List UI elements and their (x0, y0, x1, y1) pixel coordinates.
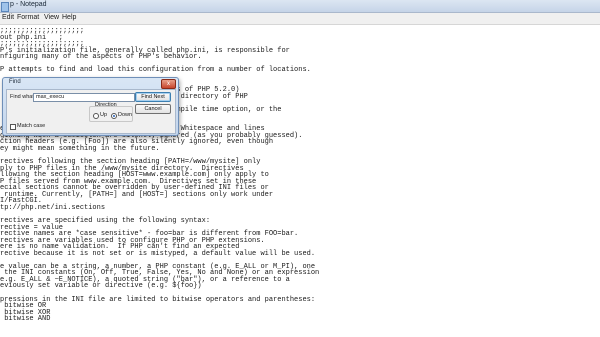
up-radio[interactable] (93, 113, 99, 119)
down-radio[interactable] (111, 113, 117, 119)
find-what-input[interactable]: max_execu (33, 93, 135, 102)
text-line: pressions in the INI file are limited to… (0, 295, 316, 304)
text-line: bitwise AND (0, 315, 51, 324)
find-dialog-title: Find (9, 79, 21, 85)
find-next-button[interactable]: Find Next (135, 92, 171, 102)
match-case-checkbox[interactable] (10, 124, 16, 130)
text-line: nfiguring many of the aspects of PHP's b… (0, 53, 202, 62)
text-editor[interactable]: ;;;;;;;;;;;;;;;;;;;; out php.ini ;;;;;;;;… (0, 25, 600, 337)
menu-bar: Edit Format View Help (0, 13, 600, 25)
text-line: P attempts to find and load this configu… (0, 66, 311, 75)
find-dialog: Find x Find what: max_execu Find Next Ca… (2, 77, 179, 136)
down-label: Down (118, 112, 133, 118)
menu-help[interactable]: Help (62, 14, 76, 21)
menu-format[interactable]: Format (17, 14, 39, 21)
text-line: tp://php.net/ini.sections (0, 203, 106, 212)
cancel-button[interactable]: Cancel (135, 104, 171, 114)
match-case-label: Match case (17, 123, 46, 129)
up-label: Up (100, 112, 108, 118)
close-icon[interactable]: x (161, 79, 176, 89)
menu-view[interactable]: View (44, 14, 59, 21)
title-bar: p - Notepad (0, 0, 600, 13)
text-line: eviously set variable or directive (e.g.… (0, 282, 202, 291)
find-what-label: Find what: (10, 94, 36, 100)
text-line: ey might mean something in the future. (0, 144, 160, 153)
find-dialog-panel: Find what: max_execu Find Next Cancel Di… (6, 89, 176, 134)
window-title: p - Notepad (10, 1, 47, 8)
notepad-icon (1, 2, 9, 12)
text-line: rective because it is not set or is mist… (0, 249, 316, 258)
menu-edit[interactable]: Edit (2, 14, 14, 21)
